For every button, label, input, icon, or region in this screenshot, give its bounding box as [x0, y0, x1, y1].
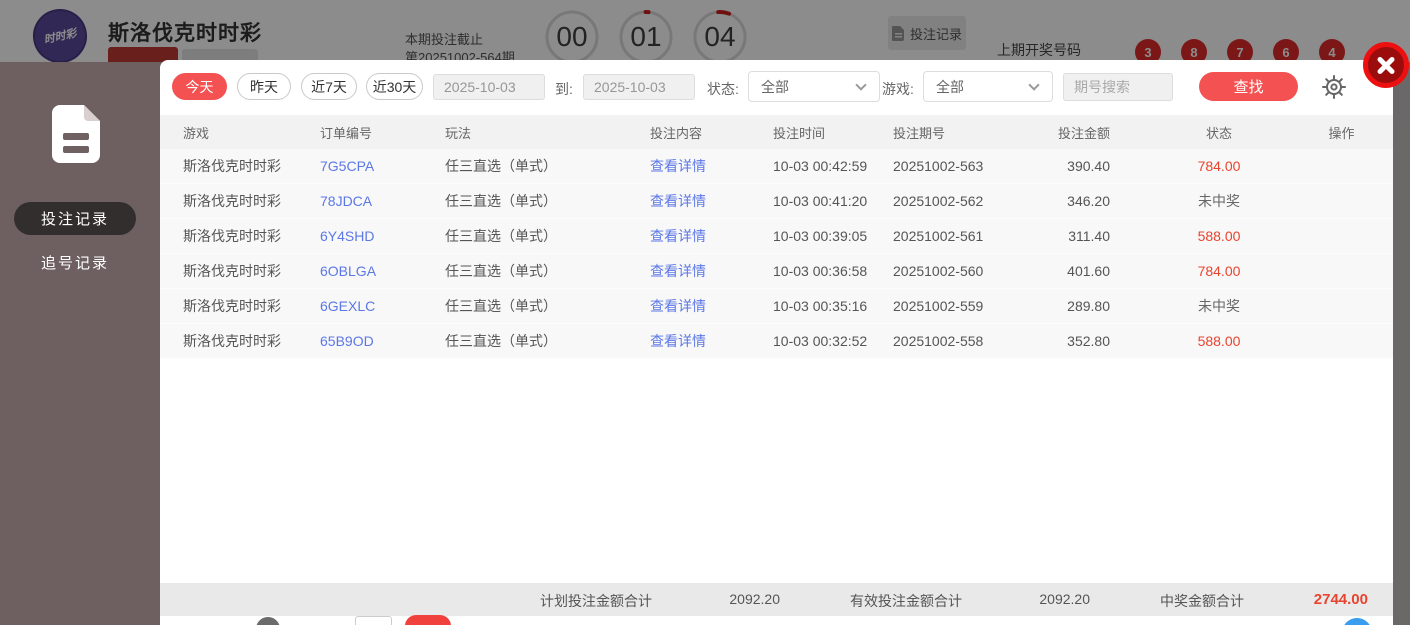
- sidebar-item-bet-records[interactable]: 投注记录: [14, 202, 136, 235]
- cell-amount: 311.40: [1068, 228, 1110, 244]
- cell-game: 斯洛伐克时时彩: [183, 298, 281, 314]
- cell-time: 10-03 00:32:52: [773, 333, 868, 349]
- cell-play: 任三直选（单式）: [445, 333, 557, 349]
- cell-game: 斯洛伐克时时彩: [183, 228, 281, 244]
- table-row: 斯洛伐克时时彩 6OBLGA 任三直选（单式） 查看详情 10-03 00:36…: [160, 254, 1393, 289]
- cell-time: 10-03 00:42:59: [773, 158, 868, 174]
- cell-time: 10-03 00:39:05: [773, 228, 868, 244]
- cell-time: 10-03 00:35:16: [773, 298, 868, 314]
- cell-period: 20251002-558: [893, 333, 984, 349]
- cell-status: 未中奖: [1198, 193, 1240, 209]
- to-label: 到:: [555, 81, 573, 97]
- cell-period: 20251002-559: [893, 298, 984, 314]
- cell-play: 任三直选（单式）: [445, 228, 557, 244]
- table-header-row: 游戏 订单编号 玩法 投注内容 投注时间 投注期号 投注金额 状态 操作: [160, 115, 1393, 149]
- range-7days-button[interactable]: 近7天: [301, 73, 357, 100]
- order-number-link[interactable]: 6OBLGA: [320, 263, 445, 279]
- valid-total-value: 2092.20: [1039, 591, 1090, 607]
- range-today-button[interactable]: 今天: [172, 73, 227, 100]
- cell-status: 未中奖: [1198, 298, 1240, 314]
- cell-period: 20251002-562: [893, 193, 984, 209]
- modal-close-button[interactable]: [1363, 42, 1409, 88]
- order-number-link[interactable]: 6Y4SHD: [320, 228, 445, 244]
- view-details-link[interactable]: 查看详情: [650, 156, 773, 176]
- cell-period: 20251002-563: [893, 158, 984, 174]
- table-row: 斯洛伐克时时彩 6GEXLC 任三直选（单式） 查看详情 10-03 00:35…: [160, 289, 1393, 324]
- cell-amount: 390.40: [1067, 158, 1110, 174]
- table-body: 斯洛伐克时时彩 7G5CPA 任三直选（单式） 查看详情 10-03 00:42…: [160, 149, 1393, 359]
- game-select[interactable]: 全部: [923, 71, 1053, 102]
- close-icon: [1376, 55, 1396, 75]
- screen: 时时彩 斯洛伐克时时彩 本期投注截止 第20251002-564期 00 01 …: [0, 0, 1410, 625]
- modal-sidebar: 投注记录 追号记录: [0, 62, 160, 625]
- view-details-link[interactable]: 查看详情: [650, 331, 773, 351]
- cell-status: 588.00: [1197, 228, 1241, 244]
- table-row: 斯洛伐克时时彩 78JDCA 任三直选（单式） 查看详情 10-03 00:41…: [160, 184, 1393, 219]
- summary-bar: 计划投注金额合计 2092.20 有效投注金额合计 2092.20 中奖金额合计…: [160, 583, 1393, 616]
- valid-total-label: 有效投注金额合计: [850, 593, 962, 609]
- cell-status: 588.00: [1197, 333, 1241, 349]
- find-button[interactable]: 查找: [1199, 72, 1298, 101]
- cell-amount: 401.60: [1067, 263, 1110, 279]
- order-number-link[interactable]: 78JDCA: [320, 193, 445, 209]
- cell-amount: 346.20: [1067, 193, 1110, 209]
- cell-game: 斯洛伐克时时彩: [183, 263, 281, 279]
- customer-service-button[interactable]: [1342, 618, 1372, 625]
- page-number-input[interactable]: [355, 616, 392, 625]
- table-row: 斯洛伐克时时彩 6Y4SHD 任三直选（单式） 查看详情 10-03 00:39…: [160, 219, 1393, 254]
- page-go-button[interactable]: [405, 615, 451, 625]
- table-row: 斯洛伐克时时彩 7G5CPA 任三直选（单式） 查看详情 10-03 00:42…: [160, 149, 1393, 184]
- sidebar-item-chase-records[interactable]: 追号记录: [14, 246, 136, 279]
- cell-game: 斯洛伐克时时彩: [183, 333, 281, 349]
- view-details-link[interactable]: 查看详情: [650, 296, 773, 316]
- period-search-input[interactable]: [1063, 73, 1173, 101]
- cell-play: 任三直选（单式）: [445, 263, 557, 279]
- cell-status: 784.00: [1197, 263, 1241, 279]
- cell-game: 斯洛伐克时时彩: [183, 158, 281, 174]
- planned-total-label: 计划投注金额合计: [540, 593, 652, 609]
- date-to-input[interactable]: [583, 74, 695, 100]
- table-row: 斯洛伐克时时彩 65B9OD 任三直选（单式） 查看详情 10-03 00:32…: [160, 324, 1393, 359]
- range-yesterday-button[interactable]: 昨天: [237, 73, 291, 100]
- cell-status: 784.00: [1197, 158, 1241, 174]
- status-select[interactable]: 全部: [748, 71, 880, 102]
- pagination-button[interactable]: [256, 617, 280, 625]
- win-total-label: 中奖金额合计: [1160, 593, 1244, 609]
- cell-play: 任三直选（单式）: [445, 298, 557, 314]
- win-total-value: 2744.00: [1313, 591, 1368, 608]
- settings-gear-icon[interactable]: [1320, 73, 1348, 101]
- cell-amount: 352.80: [1067, 333, 1110, 349]
- order-number-link[interactable]: 65B9OD: [320, 333, 445, 349]
- view-details-link[interactable]: 查看详情: [650, 191, 773, 211]
- status-label: 状态:: [707, 81, 739, 97]
- cell-period: 20251002-561: [893, 228, 984, 244]
- chevron-down-icon: [855, 79, 867, 91]
- records-document-icon: [52, 105, 100, 163]
- chevron-down-icon: [1028, 79, 1040, 91]
- cell-game: 斯洛伐克时时彩: [183, 193, 281, 209]
- planned-total-value: 2092.20: [729, 591, 780, 607]
- cell-time: 10-03 00:36:58: [773, 263, 868, 279]
- order-number-link[interactable]: 7G5CPA: [320, 158, 445, 174]
- bet-records-modal: 今天 昨天 近7天 近30天 到: 状态: 全部 游戏: 全部 查找: [160, 60, 1393, 625]
- cell-period: 20251002-560: [893, 263, 984, 279]
- cell-amount: 289.80: [1067, 298, 1110, 314]
- cell-play: 任三直选（单式）: [445, 158, 557, 174]
- filter-bar: 今天 昨天 近7天 近30天 到: 状态: 全部 游戏: 全部 查找: [160, 60, 1393, 107]
- cell-play: 任三直选（单式）: [445, 193, 557, 209]
- cell-time: 10-03 00:41:20: [773, 193, 868, 209]
- view-details-link[interactable]: 查看详情: [650, 226, 773, 246]
- game-label: 游戏:: [882, 81, 914, 97]
- date-from-input[interactable]: [433, 74, 545, 100]
- view-details-link[interactable]: 查看详情: [650, 261, 773, 281]
- order-number-link[interactable]: 6GEXLC: [320, 298, 445, 314]
- range-30days-button[interactable]: 近30天: [366, 73, 423, 100]
